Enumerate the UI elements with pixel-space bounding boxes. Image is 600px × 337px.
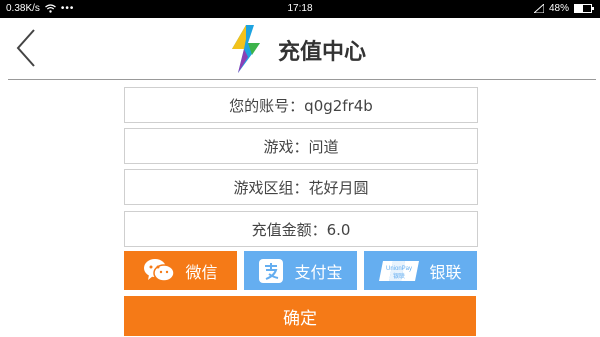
page-title: 充值中心 xyxy=(278,40,367,65)
game-field: 游戏：问道 xyxy=(124,128,478,164)
svg-text:银联: 银联 xyxy=(393,272,405,280)
wechat-pay-button[interactable]: 微信 xyxy=(124,251,237,290)
svg-text:UnionPay: UnionPay xyxy=(386,266,412,272)
alipay-label: 支付宝 xyxy=(294,262,343,282)
unionpay-icon: UnionPay 银联 xyxy=(379,260,420,281)
confirm-button[interactable]: 确定 xyxy=(124,296,476,336)
server-field: 游戏区组：花好月圆 xyxy=(124,169,478,205)
app-logo-icon xyxy=(232,25,260,73)
unionpay-button[interactable]: UnionPay 银联 银联 xyxy=(364,251,477,290)
battery-percent: 48% xyxy=(548,3,569,14)
wechat-label: 微信 xyxy=(185,262,218,282)
status-bar: 0.38K/s ••• 17:18 48% xyxy=(0,0,600,18)
back-arrow-icon[interactable] xyxy=(12,26,48,70)
wechat-icon xyxy=(144,258,176,282)
account-field: 您的账号：q0g2fr4b xyxy=(124,87,478,123)
status-right: 48% xyxy=(533,3,594,14)
amount-field: 充值金额：6.0 xyxy=(124,211,478,247)
status-time: 17:18 xyxy=(287,3,313,14)
header: 充值中心 xyxy=(0,18,600,78)
alipay-button[interactable]: 支付宝 xyxy=(244,251,357,290)
signal-icon xyxy=(533,4,544,13)
battery-icon xyxy=(574,4,594,13)
alipay-icon xyxy=(259,258,284,283)
header-divider xyxy=(8,79,596,80)
unionpay-label: 银联 xyxy=(429,262,462,282)
